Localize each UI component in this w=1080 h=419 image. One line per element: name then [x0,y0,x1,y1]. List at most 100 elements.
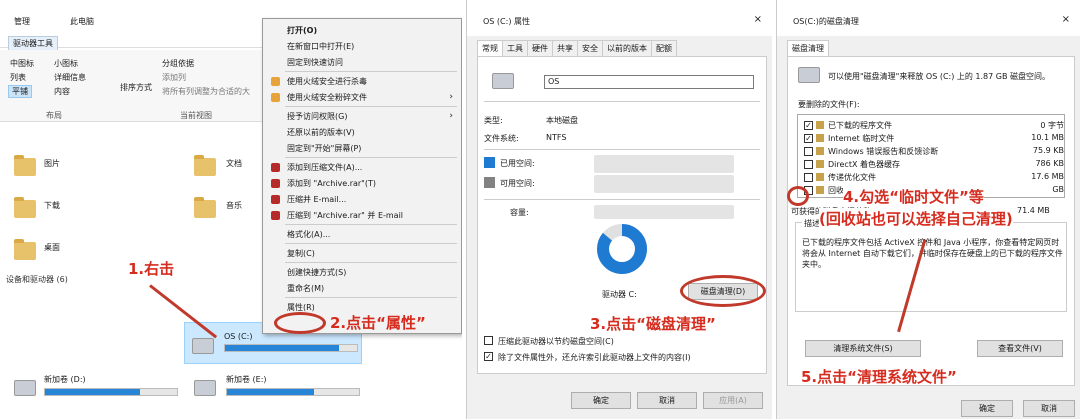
menu-item-icon [271,93,280,102]
menu-item-icon [271,195,280,204]
folder-downloads[interactable]: 下载 [44,200,60,211]
layout-medium-icons[interactable]: 中图标 [10,58,34,69]
menu-item-icon [271,211,280,220]
layout-content[interactable]: 内容 [54,86,70,97]
context-menu-item[interactable]: 添加到压缩文件(A)... [287,162,362,173]
add-column-button[interactable]: 添加列 [162,72,186,83]
divider [484,101,760,102]
context-menu-item[interactable]: 创建快捷方式(S) [287,267,346,278]
folder-music[interactable]: 音乐 [226,200,242,211]
cancel-button[interactable]: 取消 [1023,400,1075,417]
tab-general[interactable]: 常规 [477,40,503,56]
context-menu-item[interactable]: 打开(O) [287,25,317,36]
context-menu-item[interactable]: 压缩到 "Archive.rar" 并 E-mail [287,210,403,221]
group-by-button[interactable]: 分组依据 [162,58,194,69]
menu-separator [285,224,457,225]
item-name: Internet 临时文件 [828,134,895,143]
drive-c-usage-fill [225,345,339,351]
close-icon[interactable]: × [1062,14,1070,25]
context-menu-item[interactable]: 在新窗口中打开(E) [287,41,354,52]
item-checkbox[interactable]: ✓ [804,121,813,130]
menu-separator [285,71,457,72]
general-tab-page: OS 类型: 本地磁盘 文件系统: NTFS 已用空间: 可用空间: 容量: 驱… [477,56,767,374]
capacity-label: 容量: [510,208,529,217]
item-checkbox[interactable] [804,147,813,156]
item-name: 已下载的程序文件 [828,121,892,130]
cancel-button[interactable]: 取消 [637,392,697,409]
drive-d-label[interactable]: 新加卷 (D:) [44,374,86,385]
menu-separator [285,106,457,107]
tab-security[interactable]: 安全 [577,40,603,56]
drive-c-label: OS (C:) [224,332,253,341]
cleanup-list-item[interactable]: 传递优化文件 17.6 MB [804,171,1070,183]
drive-label: 驱动器 C: [602,290,637,299]
file-type-icon [816,173,824,181]
context-menu-item[interactable]: 使用火绒安全粉碎文件 [287,92,367,103]
tab-manage[interactable]: 管理 [14,16,30,27]
folder-desktop[interactable]: 桌面 [44,242,60,253]
tab-previous-versions[interactable]: 以前的版本 [602,40,652,56]
menu-separator [285,243,457,244]
capacity-value-blurred [594,205,734,219]
fit-columns-button[interactable]: 将所有列调整为合适的大 [162,86,250,97]
free-space-value-blurred [594,175,734,193]
cleanup-list-item[interactable]: ✓ 已下载的程序文件 0 字节 [804,119,1070,131]
drive-icon [492,73,514,89]
ok-button[interactable]: 确定 [571,392,631,409]
context-menu-item[interactable]: 使用火绒安全进行杀毒 [287,76,367,87]
context-menu-item[interactable]: 固定到"开始"屏幕(P) [287,143,361,154]
layout-tiles[interactable]: 平铺 [8,85,32,98]
tab-sharing[interactable]: 共享 [552,40,578,56]
item-size: 786 KB [1035,159,1064,168]
context-menu-item[interactable]: 还原以前的版本(V) [287,127,355,138]
free-space-label: 可用空间: [500,179,535,188]
cleanup-list-item[interactable]: ✓ Internet 临时文件 10.1 MB [804,132,1070,144]
drive-e-icon [194,380,216,396]
clean-system-files-button[interactable]: 清理系统文件(S) [805,340,921,357]
item-name: DirectX 着色器缓存 [828,160,900,169]
cleanup-intro: 可以使用"磁盘清理"来释放 OS (C:) 上的 1.87 GB 磁盘空间。 [828,72,1051,81]
context-menu-item[interactable]: 授予访问权限(G) [287,111,347,122]
menu-item-icon [271,163,280,172]
index-checkbox[interactable]: ✓ [484,352,493,361]
compress-checkbox[interactable] [484,336,493,345]
drive-c-icon [192,338,214,354]
view-files-button[interactable]: 查看文件(V) [977,340,1063,357]
ok-button[interactable]: 确定 [961,400,1013,417]
tab-tools[interactable]: 工具 [502,40,528,56]
drive-name-field[interactable]: OS [544,75,754,89]
apply-button[interactable]: 应用(A) [703,392,763,409]
context-menu-item[interactable]: 添加到 "Archive.rar"(T) [287,178,376,189]
context-menu-item[interactable]: 格式化(A)... [287,229,330,240]
window-title: 此电脑 [70,17,94,26]
sort-by-button[interactable]: 排序方式 [120,82,152,93]
context-menu-item[interactable]: 重命名(M) [287,283,324,294]
tab-drive-tools[interactable]: 驱动器工具 [8,36,58,51]
item-checkbox[interactable]: ✓ [804,134,813,143]
folder-pictures[interactable]: 图片 [44,158,60,169]
drive-e-label[interactable]: 新加卷 (E:) [226,374,267,385]
compress-label: 压缩此驱动器以节约磁盘空间(C) [498,337,614,346]
close-icon[interactable]: × [754,14,762,25]
cleanup-titlebar: OS(C:)的磁盘清理 × [777,0,1080,36]
layout-small-icons[interactable]: 小图标 [54,58,78,69]
tab-disk-cleanup[interactable]: 磁盘清理 [787,40,829,56]
context-menu-item[interactable]: 固定到快速访问 [287,57,343,68]
tab-hardware[interactable]: 硬件 [527,40,553,56]
cleanup-list-item[interactable]: DirectX 着色器缓存 786 KB [804,158,1070,170]
annotation-ring-cleanup [680,275,766,307]
layout-list[interactable]: 列表 [10,72,26,83]
item-checkbox[interactable] [804,160,813,169]
file-explorer-window: 管理 此电脑 驱动器工具 中图标 小图标 列表 详细信息 平铺 内容 排序方式 … [0,0,462,419]
item-name: 传递优化文件 [828,173,876,182]
annotation-step4a: 4.勾选“临时文件”等 [843,186,984,207]
tab-quota[interactable]: 配额 [651,40,677,56]
item-checkbox[interactable] [804,173,813,182]
folder-documents[interactable]: 文档 [226,158,242,169]
menu-item-icon [271,179,280,188]
context-menu-item[interactable]: 压缩并 E-mail... [287,194,346,205]
layout-details[interactable]: 详细信息 [54,72,86,83]
music-folder-icon [194,197,216,218]
cleanup-list-item[interactable]: Windows 错误报告和反馈诊断 75.9 KB [804,145,1070,157]
context-menu-item[interactable]: 复制(C) [287,248,315,259]
